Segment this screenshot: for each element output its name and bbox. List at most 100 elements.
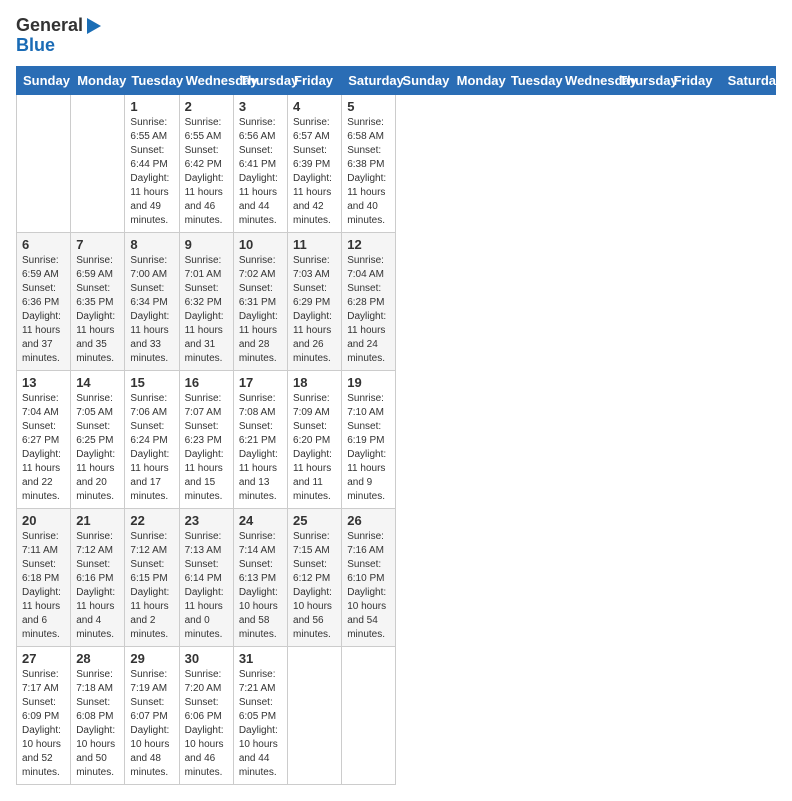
calendar-cell: [71, 94, 125, 232]
day-number: 30: [185, 651, 228, 666]
day-number: 16: [185, 375, 228, 390]
day-number: 26: [347, 513, 390, 528]
day-number: 13: [22, 375, 65, 390]
day-number: 14: [76, 375, 119, 390]
day-info: Sunrise: 7:03 AMSunset: 6:29 PMDaylight:…: [293, 254, 336, 366]
calendar-week-3: 13 Sunrise: 7:04 AMSunset: 6:27 PMDayligh…: [17, 370, 776, 508]
day-number: 11: [293, 237, 336, 252]
calendar-cell: 29 Sunrise: 7:19 AMSunset: 6:07 PMDayligh…: [125, 646, 179, 784]
calendar-table: SundayMondayTuesdayWednesdayThursdayFrid…: [16, 66, 776, 785]
day-info: Sunrise: 7:15 AMSunset: 6:12 PMDaylight:…: [293, 530, 336, 642]
day-number: 3: [239, 99, 282, 114]
day-info: Sunrise: 7:05 AMSunset: 6:25 PMDaylight:…: [76, 392, 119, 504]
day-info: Sunrise: 6:56 AMSunset: 6:41 PMDaylight:…: [239, 116, 282, 228]
calendar-header-row: SundayMondayTuesdayWednesdayThursdayFrid…: [17, 66, 776, 94]
day-number: 21: [76, 513, 119, 528]
day-number: 8: [130, 237, 173, 252]
day-number: 31: [239, 651, 282, 666]
day-number: 27: [22, 651, 65, 666]
day-info: Sunrise: 7:14 AMSunset: 6:13 PMDaylight:…: [239, 530, 282, 642]
col-header-saturday: Saturday: [721, 66, 775, 94]
day-number: 25: [293, 513, 336, 528]
col-header-friday: Friday: [667, 66, 721, 94]
calendar-week-4: 20 Sunrise: 7:11 AMSunset: 6:18 PMDayligh…: [17, 508, 776, 646]
day-info: Sunrise: 7:19 AMSunset: 6:07 PMDaylight:…: [130, 668, 173, 780]
calendar-cell: 2 Sunrise: 6:55 AMSunset: 6:42 PMDaylight…: [179, 94, 233, 232]
calendar-cell: 26Sunrise: 7:16 AMSunset: 6:10 PMDayligh…: [342, 508, 396, 646]
logo-arrow-icon: [87, 18, 101, 34]
day-info: Sunrise: 7:20 AMSunset: 6:06 PMDaylight:…: [185, 668, 228, 780]
calendar-cell: 5 Sunrise: 6:58 AMSunset: 6:38 PMDaylight…: [342, 94, 396, 232]
calendar-cell: 20 Sunrise: 7:11 AMSunset: 6:18 PMDayligh…: [17, 508, 71, 646]
calendar-cell: [288, 646, 342, 784]
day-info: Sunrise: 7:06 AMSunset: 6:24 PMDaylight:…: [130, 392, 173, 504]
day-number: 1: [130, 99, 173, 114]
calendar-cell: [342, 646, 396, 784]
day-info: Sunrise: 7:00 AMSunset: 6:34 PMDaylight:…: [130, 254, 173, 366]
day-number: 20: [22, 513, 65, 528]
day-number: 29: [130, 651, 173, 666]
day-info: Sunrise: 7:12 AMSunset: 6:15 PMDaylight:…: [130, 530, 173, 642]
day-info: Sunrise: 6:57 AMSunset: 6:39 PMDaylight:…: [293, 116, 336, 228]
header-monday: Monday: [71, 66, 125, 94]
calendar-cell: 21Sunrise: 7:12 AMSunset: 6:16 PMDayligh…: [71, 508, 125, 646]
day-number: 17: [239, 375, 282, 390]
calendar-cell: 22 Sunrise: 7:12 AMSunset: 6:15 PMDayligh…: [125, 508, 179, 646]
day-info: Sunrise: 6:55 AMSunset: 6:44 PMDaylight:…: [130, 116, 173, 228]
calendar-cell: 25 Sunrise: 7:15 AMSunset: 6:12 PMDayligh…: [288, 508, 342, 646]
day-info: Sunrise: 7:07 AMSunset: 6:23 PMDaylight:…: [185, 392, 228, 504]
day-info: Sunrise: 7:10 AMSunset: 6:19 PMDaylight:…: [347, 392, 390, 504]
col-header-sunday: Sunday: [396, 66, 450, 94]
calendar-cell: 14 Sunrise: 7:05 AMSunset: 6:25 PMDayligh…: [71, 370, 125, 508]
calendar-cell: 31 Sunrise: 7:21 AMSunset: 6:05 PMDayligh…: [233, 646, 287, 784]
calendar-cell: 11 Sunrise: 7:03 AMSunset: 6:29 PMDayligh…: [288, 232, 342, 370]
calendar-week-2: 6 Sunrise: 6:59 AMSunset: 6:36 PMDaylight…: [17, 232, 776, 370]
logo: General Blue: [16, 16, 101, 56]
day-number: 18: [293, 375, 336, 390]
day-info: Sunrise: 7:09 AMSunset: 6:20 PMDaylight:…: [293, 392, 336, 504]
header-wednesday: Wednesday: [179, 66, 233, 94]
day-info: Sunrise: 7:21 AMSunset: 6:05 PMDaylight:…: [239, 668, 282, 780]
day-number: 23: [185, 513, 228, 528]
calendar-cell: [17, 94, 71, 232]
day-info: Sunrise: 7:18 AMSunset: 6:08 PMDaylight:…: [76, 668, 119, 780]
calendar-cell: 10 Sunrise: 7:02 AMSunset: 6:31 PMDayligh…: [233, 232, 287, 370]
day-number: 10: [239, 237, 282, 252]
calendar-cell: 13 Sunrise: 7:04 AMSunset: 6:27 PMDayligh…: [17, 370, 71, 508]
header-sunday: Sunday: [17, 66, 71, 94]
day-number: 2: [185, 99, 228, 114]
calendar-cell: 9 Sunrise: 7:01 AMSunset: 6:32 PMDaylight…: [179, 232, 233, 370]
day-info: Sunrise: 7:11 AMSunset: 6:18 PMDaylight:…: [22, 530, 65, 642]
day-info: Sunrise: 6:58 AMSunset: 6:38 PMDaylight:…: [347, 116, 390, 228]
day-number: 12: [347, 237, 390, 252]
logo-text-general: General: [16, 16, 83, 36]
day-info: Sunrise: 7:04 AMSunset: 6:27 PMDaylight:…: [22, 392, 65, 504]
calendar-cell: 28Sunrise: 7:18 AMSunset: 6:08 PMDayligh…: [71, 646, 125, 784]
day-info: Sunrise: 6:59 AMSunset: 6:36 PMDaylight:…: [22, 254, 65, 366]
calendar-cell: 8 Sunrise: 7:00 AMSunset: 6:34 PMDaylight…: [125, 232, 179, 370]
day-number: 4: [293, 99, 336, 114]
page-header: General Blue: [16, 16, 776, 56]
day-number: 9: [185, 237, 228, 252]
day-info: Sunrise: 7:04 AMSunset: 6:28 PMDaylight:…: [347, 254, 390, 366]
day-number: 6: [22, 237, 65, 252]
calendar-cell: 17 Sunrise: 7:08 AMSunset: 6:21 PMDayligh…: [233, 370, 287, 508]
col-header-monday: Monday: [450, 66, 504, 94]
calendar-cell: 30 Sunrise: 7:20 AMSunset: 6:06 PMDayligh…: [179, 646, 233, 784]
calendar-cell: 3 Sunrise: 6:56 AMSunset: 6:41 PMDaylight…: [233, 94, 287, 232]
calendar-cell: 4 Sunrise: 6:57 AMSunset: 6:39 PMDaylight…: [288, 94, 342, 232]
calendar-cell: 27Sunrise: 7:17 AMSunset: 6:09 PMDayligh…: [17, 646, 71, 784]
day-info: Sunrise: 7:08 AMSunset: 6:21 PMDaylight:…: [239, 392, 282, 504]
calendar-week-1: 1 Sunrise: 6:55 AMSunset: 6:44 PMDaylight…: [17, 94, 776, 232]
day-info: Sunrise: 6:55 AMSunset: 6:42 PMDaylight:…: [185, 116, 228, 228]
calendar-cell: 23Sunrise: 7:13 AMSunset: 6:14 PMDayligh…: [179, 508, 233, 646]
calendar-cell: 24Sunrise: 7:14 AMSunset: 6:13 PMDayligh…: [233, 508, 287, 646]
day-number: 5: [347, 99, 390, 114]
day-info: Sunrise: 7:02 AMSunset: 6:31 PMDaylight:…: [239, 254, 282, 366]
day-number: 19: [347, 375, 390, 390]
calendar-cell: 1 Sunrise: 6:55 AMSunset: 6:44 PMDaylight…: [125, 94, 179, 232]
col-header-tuesday: Tuesday: [504, 66, 558, 94]
day-info: Sunrise: 7:01 AMSunset: 6:32 PMDaylight:…: [185, 254, 228, 366]
day-number: 22: [130, 513, 173, 528]
col-header-wednesday: Wednesday: [559, 66, 613, 94]
